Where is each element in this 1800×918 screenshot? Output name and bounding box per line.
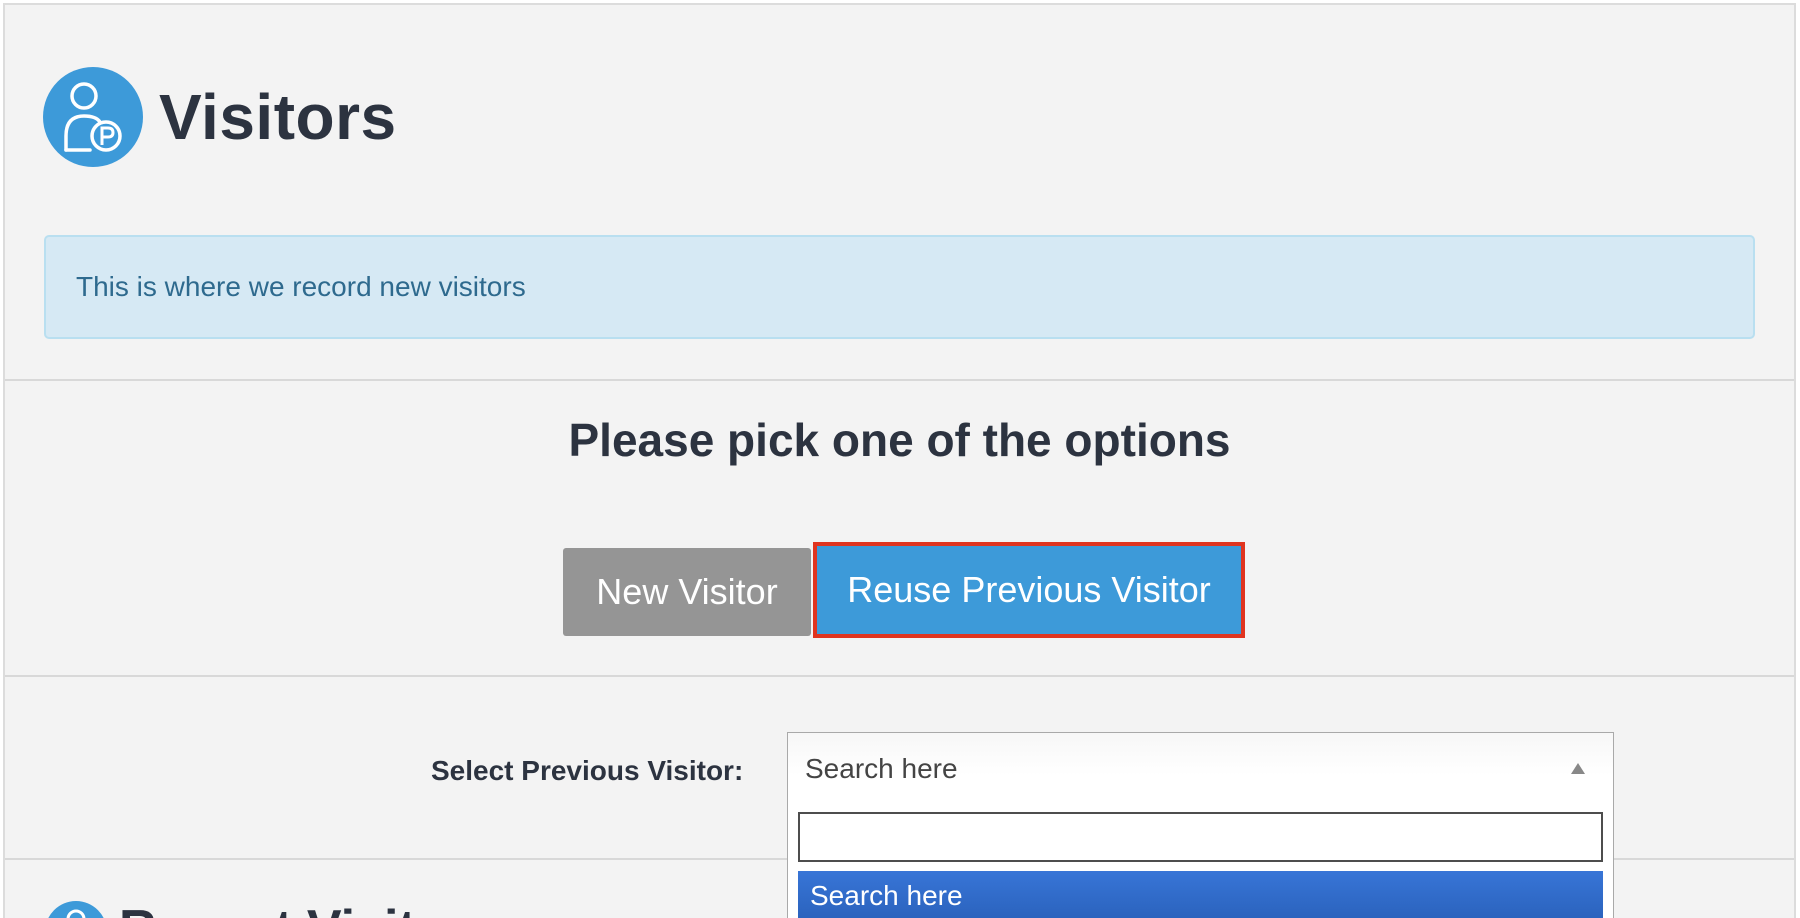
section-divider — [5, 675, 1794, 677]
select-dropdown: Search here — [787, 803, 1614, 918]
new-visitor-button[interactable]: New Visitor — [563, 548, 811, 636]
page-container: Visitors This is where we record new vis… — [3, 3, 1796, 918]
chevron-up-icon[interactable] — [1571, 763, 1585, 774]
dropdown-option[interactable]: Search here — [798, 871, 1603, 918]
options-heading: Please pick one of the options — [568, 414, 1231, 466]
select-value: Search here — [805, 752, 958, 784]
visitor-parking-icon — [43, 67, 143, 167]
recent-visitors-header: Recent Visitors — [45, 901, 497, 918]
visitor-icon — [45, 901, 107, 918]
alert-text: This is where we record new visitors — [76, 271, 526, 302]
info-alert: This is where we record new visitors — [44, 235, 1755, 339]
section-divider — [5, 379, 1794, 381]
reuse-previous-visitor-button[interactable]: Reuse Previous Visitor — [813, 542, 1245, 638]
recent-visitors-title: Recent Visitors — [119, 903, 497, 918]
page-header: Visitors — [43, 65, 397, 169]
dropdown-search-input[interactable] — [798, 812, 1603, 862]
previous-visitor-select[interactable]: Search here — [787, 732, 1614, 804]
page-title: Visitors — [159, 81, 397, 153]
select-previous-visitor-label: Select Previous Visitor: — [431, 755, 744, 786]
